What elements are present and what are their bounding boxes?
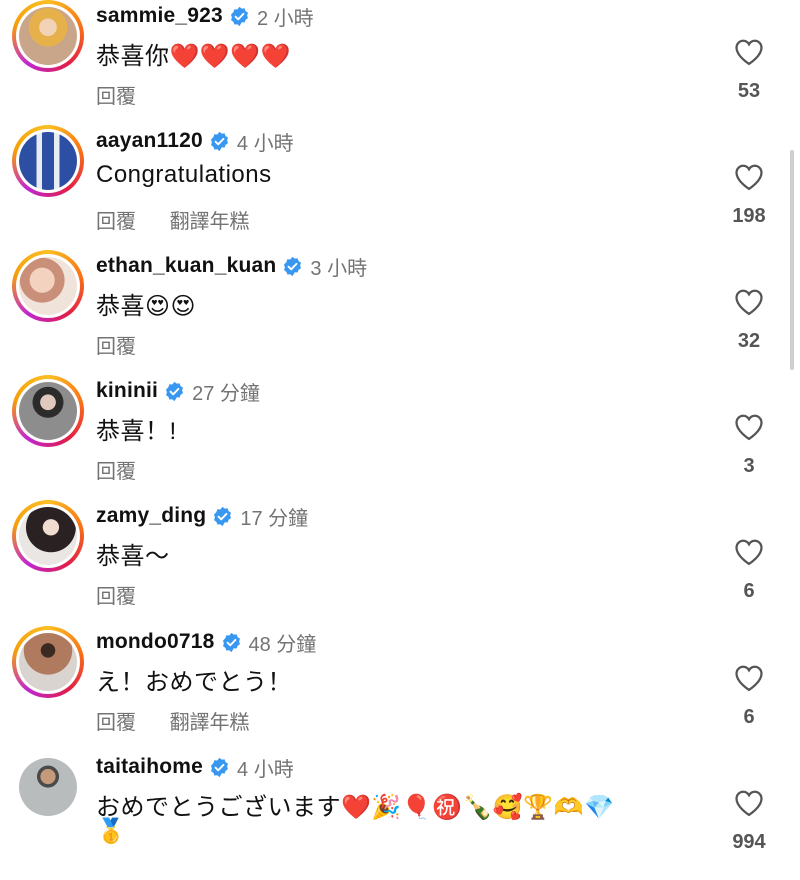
username[interactable]: aayan1120 <box>96 129 203 153</box>
comment-item: sammie_923 2 小時 恭喜你❤️❤️❤️❤️ 回覆 53 <box>0 0 800 129</box>
reply-button[interactable]: 回覆 <box>96 205 136 234</box>
heart-outline-icon[interactable] <box>734 664 764 692</box>
comment-text: 恭喜你❤️❤️❤️❤️ <box>96 43 292 70</box>
verified-badge-icon <box>211 757 229 777</box>
verified-badge-icon <box>222 632 240 652</box>
like-count: 53 <box>737 80 761 102</box>
avatar[interactable] <box>12 0 84 72</box>
comment-item: zamy_ding 17 分鐘 恭喜～ 回覆 6 <box>0 500 800 629</box>
like-count: 6 <box>743 706 755 728</box>
comment-text: Congratulations <box>96 161 272 188</box>
heart-outline-icon[interactable] <box>734 413 764 441</box>
translate-button[interactable]: 翻譯年糕 <box>170 205 250 234</box>
username[interactable]: taitaihome <box>96 755 203 779</box>
comment-time: 48 分鐘 <box>248 633 317 656</box>
verified-badge-icon <box>214 506 232 526</box>
username[interactable]: zamy_ding <box>96 504 206 528</box>
verified-badge-icon <box>284 256 302 276</box>
comment-text: え！おめでとう！ <box>96 669 292 696</box>
username[interactable]: mondo0718 <box>96 630 215 654</box>
heart-outline-icon[interactable] <box>734 163 764 191</box>
avatar[interactable] <box>12 250 84 322</box>
verified-badge-icon <box>166 381 184 401</box>
comment-time: 4 小時 <box>237 758 294 781</box>
avatar[interactable] <box>12 375 84 447</box>
comment-item: kininii 27 分鐘 恭喜！! 回覆 3 <box>0 375 800 504</box>
like-count: 3 <box>743 455 755 477</box>
comment-text-line2: 🥇 <box>96 818 127 845</box>
comments-list: sammie_923 2 小時 恭喜你❤️❤️❤️❤️ 回覆 53 aayan1… <box>0 0 800 857</box>
avatar[interactable] <box>12 751 84 823</box>
comment-text: 恭喜！! <box>96 418 177 445</box>
heart-outline-icon[interactable] <box>734 288 764 316</box>
comment-time: 3 小時 <box>310 257 368 280</box>
comment-item: ethan_kuan_kuan 3 小時 恭喜😍😍 回覆 32 <box>0 250 800 379</box>
reply-button[interactable]: 回覆 <box>96 455 136 484</box>
heart-outline-icon[interactable] <box>734 789 764 817</box>
like-count: 6 <box>743 580 755 602</box>
comment-time: 2 小時 <box>256 7 314 30</box>
reply-button[interactable]: 回覆 <box>96 330 136 359</box>
comment-item: taitaihome 4 小時 おめでとうございます❤️🎉🎈㊗️🍾🥰🏆🫶💎 🥇 … <box>0 755 800 880</box>
comment-time: 17 分鐘 <box>240 507 309 530</box>
heart-outline-icon[interactable] <box>734 538 764 566</box>
username[interactable]: sammie_923 <box>96 4 223 28</box>
avatar[interactable] <box>12 500 84 572</box>
scrollbar[interactable] <box>790 150 794 370</box>
verified-badge-icon <box>230 6 248 26</box>
comment-text: 恭喜～ <box>96 543 170 570</box>
reply-button[interactable]: 回覆 <box>96 706 136 735</box>
comment-time: 27 分鐘 <box>192 382 260 405</box>
verified-badge-icon <box>210 131 228 151</box>
avatar[interactable] <box>12 125 84 197</box>
like-count: 32 <box>737 330 761 352</box>
like-count: 994 <box>732 831 766 853</box>
avatar[interactable] <box>12 626 84 698</box>
comment-time: 4 小時 <box>236 132 294 155</box>
comment-text: おめでとうございます❤️🎉🎈㊗️🍾🥰🏆🫶💎 <box>96 794 615 821</box>
comment-item: mondo0718 48 分鐘 え！おめでとう！ 回覆 翻譯年糕 6 <box>0 626 800 755</box>
username[interactable]: kininii <box>96 379 158 403</box>
like-count: 198 <box>732 205 766 227</box>
comment-text: 恭喜😍😍 <box>96 293 197 320</box>
comment-item: aayan1120 4 小時 Congratulations 回覆 翻譯年糕 1… <box>0 125 800 254</box>
heart-outline-icon[interactable] <box>734 38 764 66</box>
reply-button[interactable]: 回覆 <box>96 80 136 109</box>
reply-button[interactable]: 回覆 <box>96 580 136 609</box>
username[interactable]: ethan_kuan_kuan <box>96 254 276 278</box>
translate-button[interactable]: 翻譯年糕 <box>170 706 250 735</box>
